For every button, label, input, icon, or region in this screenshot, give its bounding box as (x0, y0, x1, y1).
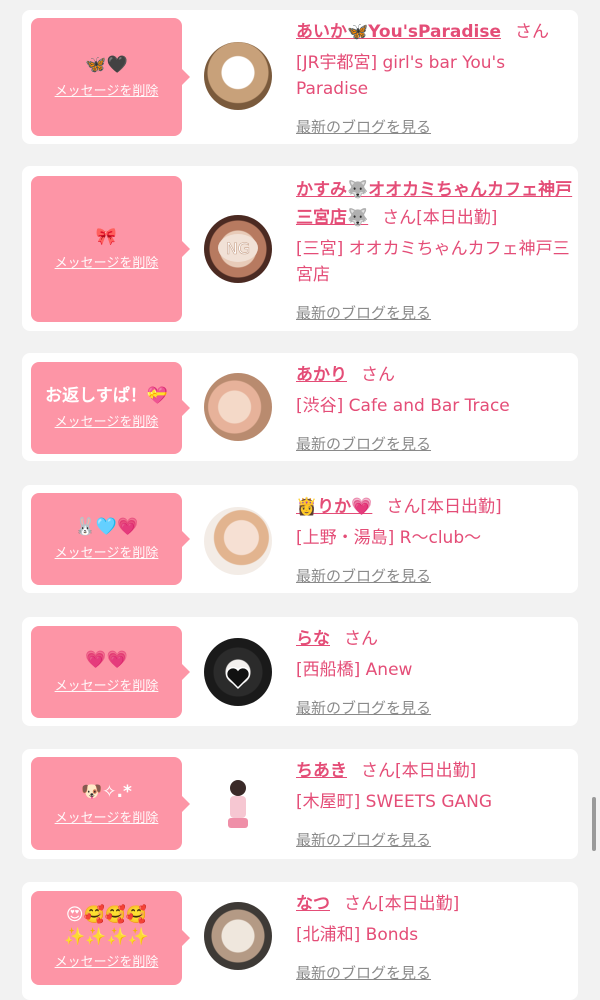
message-text: 🦋🖤 (85, 55, 128, 75)
delete-message-link[interactable]: メッセージを削除 (55, 678, 159, 696)
name-link[interactable]: あかり (296, 365, 347, 385)
honorific: さん (361, 365, 395, 385)
message-text: 😍🥰🥰🥰 ✨✨✨✨ (64, 905, 149, 947)
honorific: さん (515, 22, 549, 42)
shop-label: [三宮] オオカミちゃんカフェ神戸三宮店 (296, 239, 570, 285)
shop-label: [木屋町] SWEETS GANG (296, 792, 493, 812)
avatar[interactable]: NG (204, 215, 272, 283)
blog-link[interactable]: 最新のブログを見る (296, 829, 431, 851)
shop-label: [西船橋] Anew (296, 660, 413, 680)
message-text: 🐰🩵💗 (74, 517, 139, 537)
message-text: 💗💗 (85, 650, 128, 670)
shop-label: [渋谷] Cafe and Bar Trace (296, 396, 510, 416)
honorific: さん (344, 894, 378, 914)
honorific: さん (344, 629, 378, 649)
avatar-heart-sticker (226, 65, 250, 86)
message-text: 🐶✧.* (81, 781, 132, 802)
honorific: さん (386, 497, 421, 517)
message-card: 🦋🖤 メッセージを削除 あいか🦋You'sParadise さん [JR宇都宮] … (22, 10, 578, 144)
working-today-badge: [本日出勤] (378, 894, 460, 914)
message-bubble: お返しすぱ！💝 メッセージを削除 (31, 362, 190, 454)
message-text: お返しすぱ！💝 (45, 386, 168, 406)
svg-text:NG: NG (226, 239, 250, 258)
delete-message-link[interactable]: メッセージを削除 (55, 255, 159, 273)
blog-link[interactable]: 最新のブログを見る (296, 302, 431, 324)
avatar[interactable] (204, 507, 272, 575)
avatar[interactable] (204, 373, 272, 441)
scrollbar-thumb[interactable] (592, 797, 596, 851)
name-link[interactable]: らな (296, 629, 330, 649)
avatar[interactable] (204, 902, 272, 970)
message-bubble: 🐶✧.* メッセージを削除 (31, 757, 190, 850)
avatar[interactable] (204, 42, 272, 110)
blog-link[interactable]: 最新のブログを見る (296, 116, 431, 138)
message-card: 🐶✧.* メッセージを削除 ちあき さん[本日出勤] [木屋町] SWEETS G… (22, 749, 578, 859)
working-today-badge: [本日出勤] (420, 497, 502, 517)
honorific: さん (361, 761, 395, 781)
message-bubble: 💗💗 メッセージを削除 (31, 626, 190, 718)
message-text: 🎀 (95, 227, 118, 247)
message-bubble: 😍🥰🥰🥰 ✨✨✨✨ メッセージを削除 (31, 891, 190, 985)
delete-message-link[interactable]: メッセージを削除 (55, 810, 159, 828)
message-bubble: 🦋🖤 メッセージを削除 (31, 18, 190, 136)
blog-link[interactable]: 最新のブログを見る (296, 962, 431, 984)
shop-label: [北浦和] Bonds (296, 925, 419, 945)
delete-message-link[interactable]: メッセージを削除 (55, 954, 159, 972)
working-today-badge: [本日出勤] (395, 761, 477, 781)
message-card: お返しすぱ！💝 メッセージを削除 あかり さん [渋谷] Cafe and Bar… (22, 353, 578, 461)
shop-label: [上野・湯島] R〜club〜 (296, 528, 482, 548)
name-link[interactable]: ちあき (296, 761, 347, 781)
delete-message-link[interactable]: メッセージを削除 (55, 545, 159, 563)
name-link[interactable]: なつ (296, 894, 330, 914)
blog-link[interactable]: 最新のブログを見る (296, 697, 431, 719)
blog-link[interactable]: 最新のブログを見る (296, 433, 431, 455)
avatar-ng-sticker: NG (218, 234, 258, 262)
shop-label: [JR宇都宮] girl's bar You's Paradise (296, 53, 506, 99)
message-card: 💗💗 メッセージを削除 らな さん [西船橋] Anew 最新のブログを見る (22, 617, 578, 726)
message-card: 🐰🩵💗 メッセージを削除 👸りか💗 さん[本日出勤] [上野・湯島] R〜club… (22, 485, 578, 593)
honorific: さん (382, 208, 417, 228)
avatar[interactable] (204, 638, 272, 706)
message-card: 🎀 メッセージを削除 NG かすみ🐺オオカミちゃんカフェ神戸三宮店🐺 さん[本日出… (22, 166, 578, 331)
name-link[interactable]: 👸りか💗 (296, 497, 372, 517)
message-card: 😍🥰🥰🥰 ✨✨✨✨ メッセージを削除 なつ さん[本日出勤] [北浦和] Bond… (22, 882, 578, 1000)
avatar-heart-sticker (225, 666, 251, 690)
delete-message-link[interactable]: メッセージを削除 (55, 414, 159, 432)
message-bubble: 🐰🩵💗 メッセージを削除 (31, 493, 190, 585)
message-bubble: 🎀 メッセージを削除 (31, 176, 190, 322)
avatar[interactable] (204, 770, 272, 838)
name-link[interactable]: あいか🦋You'sParadise (296, 22, 501, 42)
delete-message-link[interactable]: メッセージを削除 (55, 83, 159, 101)
blog-link[interactable]: 最新のブログを見る (296, 565, 431, 587)
working-today-badge: [本日出勤] (416, 208, 498, 228)
avatar-figure (228, 780, 248, 828)
